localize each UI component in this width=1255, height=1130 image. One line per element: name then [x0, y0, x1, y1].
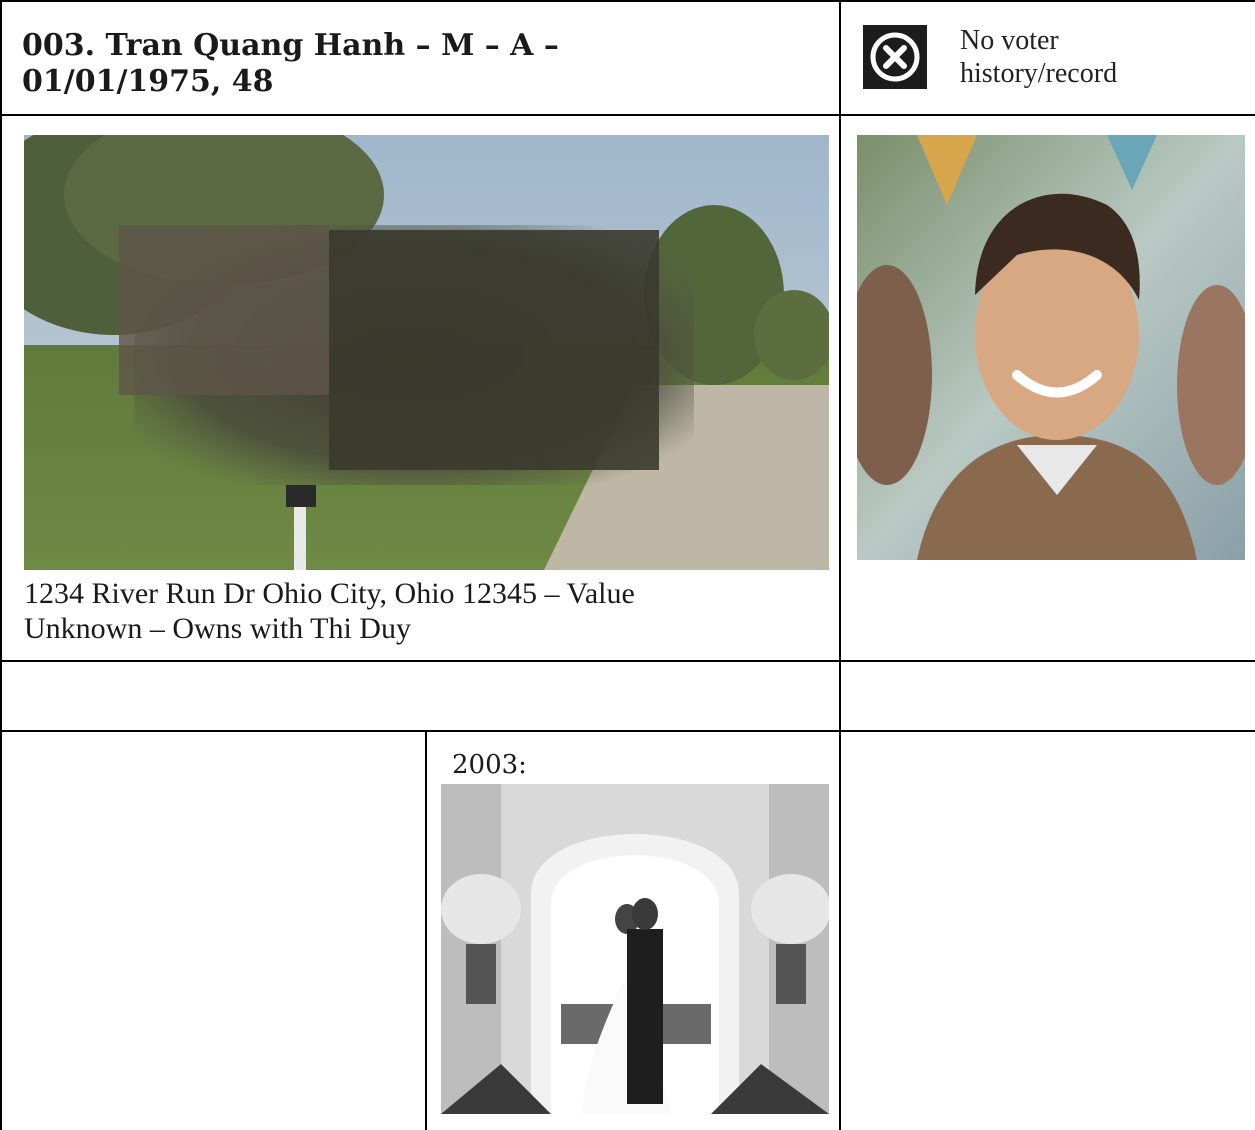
voter-status-line2: history/record — [960, 58, 1118, 89]
table-column-divider — [839, 0, 841, 1130]
table-column-divider — [425, 730, 427, 1130]
x-circle-icon — [863, 25, 927, 89]
table-border-top — [0, 0, 1255, 2]
voter-status-text: No voter history/record — [960, 24, 1220, 90]
table-row-divider — [0, 730, 1255, 732]
house-photo — [24, 135, 829, 570]
property-address: 1234 River Run Dr Ohio City, Ohio 12345 … — [24, 576, 824, 646]
wedding-photo — [441, 784, 829, 1114]
table-row-divider — [0, 660, 1255, 662]
table-border-left — [0, 0, 2, 1130]
property-address-line2: Unknown – Owns with Thi Duy — [24, 612, 411, 645]
record-title: 003. Tran Quang Hanh – M – A – 01/01/197… — [22, 28, 822, 100]
record-title-line1: 003. Tran Quang Hanh – M – A – — [22, 28, 559, 63]
portrait-photo — [857, 135, 1245, 560]
voter-status-line1: No voter — [960, 25, 1059, 56]
record-title-line2: 01/01/1975, 48 — [22, 64, 274, 99]
table-row-divider — [0, 114, 1255, 116]
property-address-line1: 1234 River Run Dr Ohio City, Ohio 12345 … — [24, 577, 635, 610]
year-label: 2003: — [452, 750, 527, 780]
